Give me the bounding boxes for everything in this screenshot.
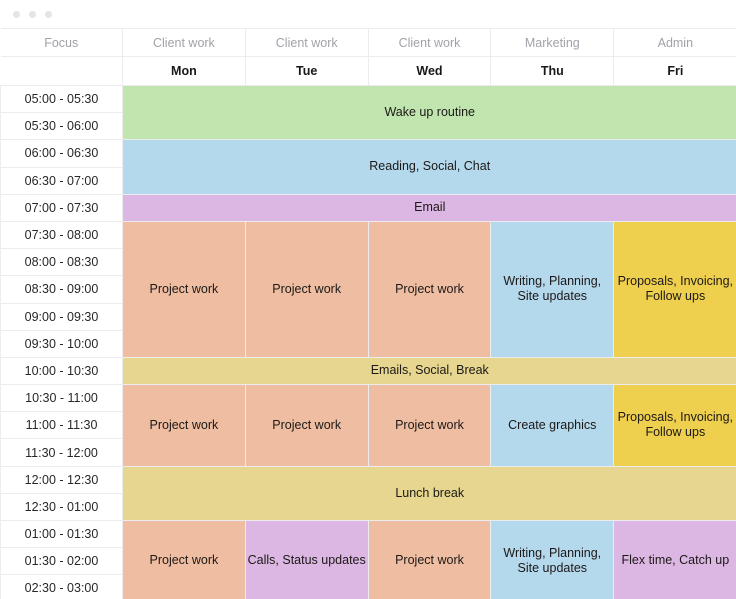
- schedule-block-morning-tue-project[interactable]: Project work: [244, 220, 369, 358]
- schedule-block-emails-social-break[interactable]: Emails, Social, Break: [122, 356, 736, 386]
- schedule-block-afternoon-thu-writing[interactable]: Writing, Planning, Site updates: [490, 520, 615, 599]
- weekly-schedule-table: Focus Client work Client work Client wor…: [0, 28, 736, 599]
- table-row: 10:00 - 10:30 Emails, Social, Break: [0, 356, 736, 386]
- time-slot-label: 06:00 - 06:30: [0, 139, 123, 168]
- table-row: 10:30 - 11:00 Project work Project work …: [0, 384, 736, 467]
- focus-header-tue: Client work: [244, 28, 369, 57]
- window-controls: [13, 10, 52, 18]
- focus-header-mon: Client work: [122, 28, 246, 57]
- time-slot-label: 11:00 - 11:30: [0, 411, 123, 440]
- time-slot-label: 09:30 - 10:00: [0, 329, 123, 358]
- window-titlebar: [0, 0, 736, 28]
- day-header-fri: Fri: [613, 56, 736, 86]
- schedule-block-late-morning-tue-project[interactable]: Project work: [244, 384, 369, 467]
- schedule-block-morning-wed-project[interactable]: Project work: [367, 220, 492, 358]
- schedule-block-morning-thu-writing[interactable]: Writing, Planning, Site updates: [490, 220, 615, 358]
- schedule-block-afternoon-fri-flex[interactable]: Flex time, Catch up: [613, 520, 736, 599]
- table-body: 05:00 - 05:30 Wake up routine 05:30 - 06…: [0, 84, 736, 599]
- time-slot-label: 05:30 - 06:00: [0, 112, 123, 141]
- table-row: 01:00 - 01:30 Project work Calls, Status…: [0, 519, 736, 599]
- time-slot-label: 06:30 - 07:00: [0, 166, 123, 195]
- time-slot-label: 09:00 - 09:30: [0, 302, 123, 331]
- table-row: 07:30 - 08:00 Project work Project work …: [0, 220, 736, 358]
- time-slot-label: 08:00 - 08:30: [0, 248, 123, 277]
- day-header-mon: Mon: [122, 56, 246, 86]
- time-slot-label: 01:00 - 01:30: [0, 519, 123, 549]
- day-header-wed: Wed: [367, 56, 492, 86]
- app-window: Focus Client work Client work Client wor…: [0, 0, 736, 599]
- schedule-block-late-morning-thu-graphics[interactable]: Create graphics: [490, 384, 615, 467]
- table-row: 07:00 - 07:30 Email: [0, 193, 736, 222]
- window-close-dot[interactable]: [13, 10, 20, 18]
- focus-header-wed: Client work: [367, 28, 492, 57]
- time-slot-label: 10:30 - 11:00: [0, 384, 123, 413]
- day-header-row: Mon Tue Wed Thu Fri: [0, 56, 736, 86]
- time-slot-label: 11:30 - 12:00: [0, 438, 123, 467]
- time-slot-label: 07:30 - 08:00: [0, 220, 123, 250]
- schedule-block-wake-up-routine[interactable]: Wake up routine: [122, 84, 736, 141]
- focus-header-fri: Admin: [613, 28, 736, 57]
- focus-header-thu: Marketing: [490, 28, 615, 57]
- schedule-block-late-morning-wed-project[interactable]: Project work: [367, 384, 492, 467]
- schedule-block-reading-social-chat[interactable]: Reading, Social, Chat: [122, 139, 736, 195]
- table-row: 12:00 - 12:30 Lunch break: [0, 465, 736, 522]
- table-row: 06:00 - 06:30 Reading, Social, Chat: [0, 139, 736, 195]
- schedule-block-afternoon-wed-project[interactable]: Project work: [367, 520, 492, 599]
- time-column-header: [0, 56, 123, 86]
- time-slot-label: 07:00 - 07:30: [0, 193, 123, 222]
- window-maximize-dot[interactable]: [45, 10, 52, 18]
- time-slot-label: 12:30 - 01:00: [0, 492, 123, 522]
- table-row: 05:00 - 05:30 Wake up routine: [0, 84, 736, 141]
- focus-column-header: Focus: [0, 28, 123, 57]
- time-slot-label: 01:30 - 02:00: [0, 547, 123, 576]
- schedule-block-morning-mon-project[interactable]: Project work: [122, 220, 246, 358]
- table-header: Focus Client work Client work Client wor…: [0, 28, 736, 86]
- window-minimize-dot[interactable]: [29, 10, 36, 18]
- schedule-block-lunch-break[interactable]: Lunch break: [122, 465, 736, 522]
- schedule-block-late-morning-fri-proposals[interactable]: Proposals, Invoicing, Follow ups: [613, 384, 736, 467]
- schedule-block-afternoon-tue-calls[interactable]: Calls, Status updates: [244, 520, 369, 599]
- time-slot-label: 12:00 - 12:30: [0, 465, 123, 494]
- schedule-block-morning-fri-proposals[interactable]: Proposals, Invoicing, Follow ups: [613, 220, 736, 358]
- time-slot-label: 08:30 - 09:00: [0, 275, 123, 304]
- schedule-block-afternoon-mon-project[interactable]: Project work: [122, 520, 246, 599]
- day-header-tue: Tue: [244, 56, 369, 86]
- schedule-block-email[interactable]: Email: [122, 193, 736, 222]
- time-slot-label: 05:00 - 05:30: [0, 84, 123, 114]
- schedule-block-late-morning-mon-project[interactable]: Project work: [122, 384, 246, 467]
- day-header-thu: Thu: [490, 56, 615, 86]
- time-slot-label: 10:00 - 10:30: [0, 356, 123, 386]
- focus-header-row: Focus Client work Client work Client wor…: [0, 28, 736, 57]
- time-slot-label: 02:30 - 03:00: [0, 574, 123, 599]
